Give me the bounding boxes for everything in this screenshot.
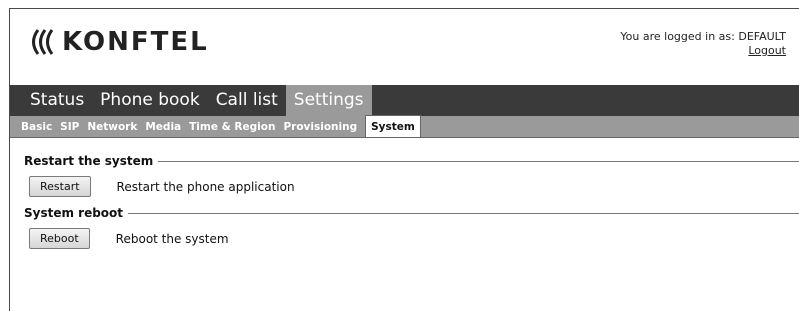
logo-text: KONFTEL — [62, 27, 209, 57]
subtab-basic[interactable]: Basic — [17, 118, 56, 137]
restart-description: Restart the phone application — [116, 179, 295, 194]
reboot-section-header: System reboot — [24, 206, 799, 220]
subtab-media[interactable]: Media — [141, 118, 185, 137]
app-frame: KONFTEL You are logged in as: DEFAULT Lo… — [9, 8, 799, 311]
reboot-description: Reboot the system — [115, 231, 229, 246]
restart-row: Restart Restart the phone application — [29, 176, 799, 197]
reboot-button[interactable]: Reboot — [29, 228, 90, 249]
tab-call-list[interactable]: Call list — [208, 85, 286, 116]
logout-link[interactable]: Logout — [748, 44, 786, 57]
restart-section-header: Restart the system — [24, 154, 799, 168]
settings-sub-nav: Basic SIP Network Media Time & Region Pr… — [10, 115, 799, 137]
subtab-provisioning[interactable]: Provisioning — [279, 118, 361, 137]
section-divider — [158, 160, 799, 162]
reboot-section-title: System reboot — [24, 206, 124, 220]
restart-section-title: Restart the system — [24, 154, 154, 168]
subtab-system[interactable]: System — [365, 115, 421, 137]
subtab-sip[interactable]: SIP — [56, 118, 83, 137]
subtab-network[interactable]: Network — [83, 118, 141, 137]
main-nav: Status Phone book Call list Settings — [10, 85, 799, 116]
login-info: You are logged in as: DEFAULT Logout — [620, 30, 786, 58]
tab-phone-book[interactable]: Phone book — [92, 85, 208, 116]
subtab-time-region[interactable]: Time & Region — [185, 118, 279, 137]
tab-status[interactable]: Status — [22, 85, 92, 116]
sound-wave-icon — [32, 29, 54, 55]
konftel-logo: KONFTEL — [28, 27, 209, 57]
header: KONFTEL You are logged in as: DEFAULT Lo… — [10, 9, 799, 85]
logged-in-label: You are logged in as: DEFAULT — [620, 30, 786, 43]
section-divider — [128, 212, 799, 214]
tab-settings[interactable]: Settings — [285, 85, 372, 116]
system-settings-content: Restart the system Restart Restart the p… — [10, 138, 799, 249]
restart-button[interactable]: Restart — [29, 176, 91, 197]
reboot-row: Reboot Reboot the system — [29, 228, 799, 249]
